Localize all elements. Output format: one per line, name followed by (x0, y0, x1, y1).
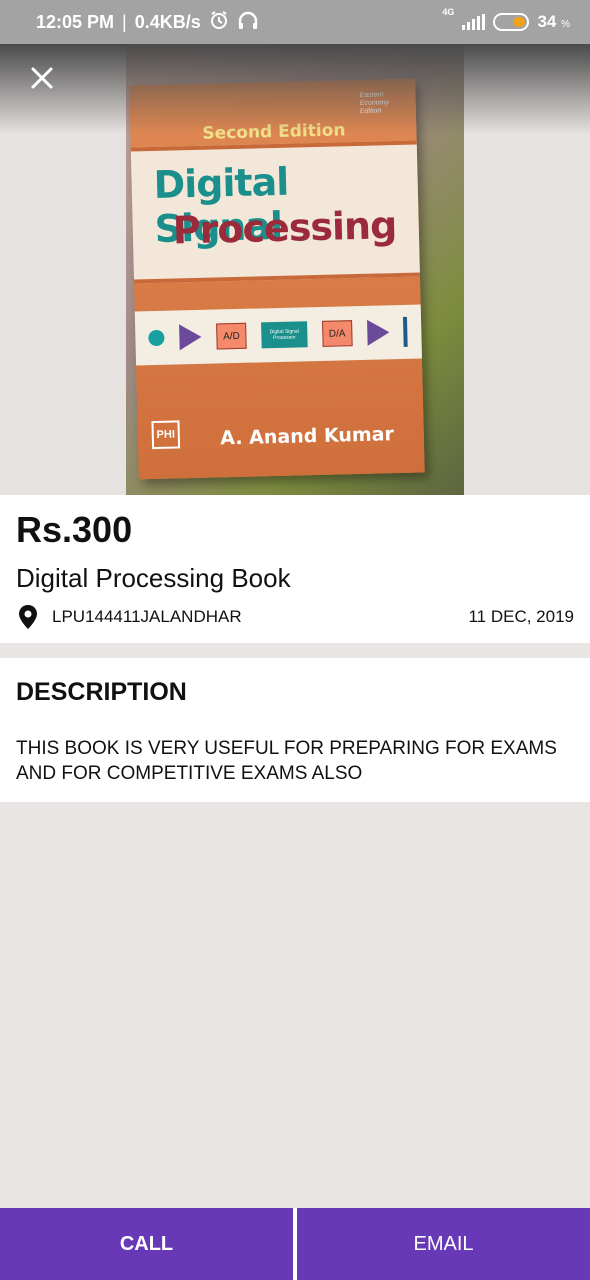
location: LPU144411JALANDHAR (16, 603, 242, 631)
battery-level: 34 % (537, 12, 570, 31)
diagram-receiver (403, 316, 409, 347)
listing-photo-area: Eastern Economy Edition Second Edition D… (0, 44, 590, 495)
diagram-final-amp (366, 319, 390, 346)
cover-title-line2: Processing (172, 203, 397, 253)
diagram-ad: A/D (216, 322, 247, 350)
diagram-dsp: Digital Signal Processor (261, 321, 308, 349)
email-button[interactable]: EMAIL (297, 1208, 590, 1280)
cover-block-diagram: A/D Digital Signal Processor D/A (134, 304, 422, 366)
diagram-source (148, 329, 166, 347)
cover-author: A. Anand Kumar (220, 423, 395, 450)
diagram-da: D/A (321, 320, 353, 347)
book-cover: Eastern Economy Edition Second Edition D… (129, 78, 425, 480)
call-button[interactable]: CALL (0, 1208, 293, 1280)
description-text: THIS BOOK IS VERY USEFUL FOR PREPARING F… (16, 738, 557, 784)
status-separator: | (122, 11, 127, 32)
network-type: 4G (442, 7, 455, 17)
signal-icon (462, 14, 486, 30)
battery-icon (493, 13, 530, 31)
location-text: LPU144411JALANDHAR (52, 607, 242, 626)
status-bar: 12:05 PM | 0.4KB/s 4G 34 % (0, 0, 590, 44)
location-row: LPU144411JALANDHAR 11 DEC, 2019 (16, 603, 574, 631)
listing-title: Digital Processing Book (16, 563, 291, 593)
listing-date: 11 DEC, 2019 (468, 607, 574, 626)
listing-price: Rs.300 (16, 509, 133, 550)
description-heading: DESCRIPTION (16, 678, 187, 706)
location-pin-icon (16, 603, 40, 631)
network-speed: 0.4KB/s (134, 11, 201, 32)
alarm-icon (209, 10, 229, 35)
diagram-preamp (179, 323, 202, 351)
cover-edition: Second Edition (202, 120, 346, 144)
status-left: 12:05 PM | 0.4KB/s (36, 10, 259, 35)
publisher-logo: PHI (151, 420, 181, 450)
status-right: 4G 34 % (442, 8, 570, 32)
listing-info-card: Rs.300 Digital Processing Book LPU144411… (0, 495, 590, 643)
headphones-icon (237, 10, 259, 35)
status-time: 12:05 PM (36, 11, 115, 32)
description-card: DESCRIPTION THIS BOOK IS VERY USEFUL FOR… (0, 658, 590, 802)
close-icon (30, 66, 54, 95)
series-mark: Eastern Economy Edition (359, 91, 389, 115)
listing-photo[interactable]: Eastern Economy Edition Second Edition D… (126, 44, 464, 495)
action-bar: CALL EMAIL (0, 1208, 590, 1280)
close-button[interactable] (24, 62, 60, 98)
